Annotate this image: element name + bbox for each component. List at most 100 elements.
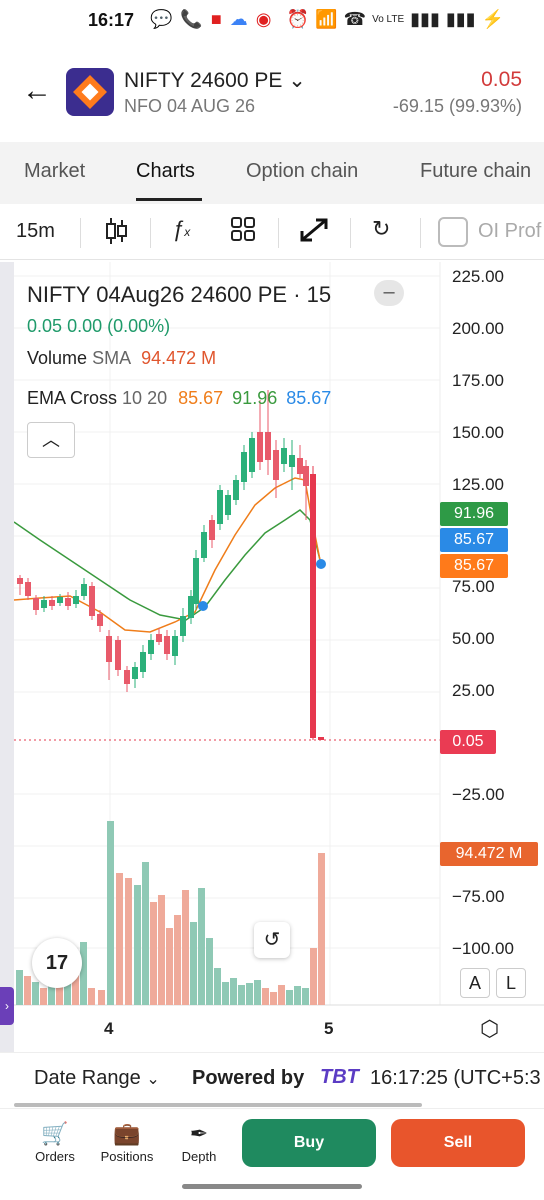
chart-clock[interactable]: 16:17:25 (UTC+5:3 [370,1067,541,1090]
candlestick-icon[interactable] [104,216,128,252]
svg-text:5: 5 [324,1019,333,1038]
briefcase-icon: 💼 [113,1121,141,1146]
volume-ma-type: SMA [92,348,131,368]
instrument-header: ← NIFTY 24600 PE ⌄ NFO 04 AUG 26 0.05 -6… [0,48,544,142]
oi-profile-label[interactable]: OI Prof [478,220,541,243]
badge-last-price: 0.05 [440,730,496,754]
wifi-icon: 📶 [315,9,338,29]
svg-text:175.00: 175.00 [452,371,504,390]
tab-charts[interactable]: Charts [136,160,195,183]
powered-by-label: Powered by [192,1067,305,1089]
alarm-icon: ⏰ [286,9,310,29]
charging-icon: ⚡ [481,9,504,29]
badge-volume: 94.472 M [440,842,538,866]
signal-icon: ▮▮▮ [410,9,440,29]
buy-button[interactable]: Buy [242,1119,376,1167]
function-icon[interactable]: ƒx [172,216,190,242]
home-indicator[interactable] [182,1184,362,1189]
ema-label: EMA Cross [27,388,118,408]
auto-scale-button[interactable]: A [460,968,490,998]
tab-bar: Market Charts Option chain Future chain [0,142,544,204]
chart-footer: Date Range ⌄ Powered by TBT 16:17:25 (UT… [0,1052,544,1104]
horizontal-scrollbar[interactable] [14,1103,422,1107]
ema-value-1: 85.67 [178,388,224,408]
call-icon: ☎ [343,9,367,29]
tab-market[interactable]: Market [24,160,85,183]
chat-icon: 💬 [150,9,173,29]
tab-future-chain[interactable]: Future chain [420,160,531,183]
svg-text:−100.00: −100.00 [452,939,514,958]
badge-ema-cross: 85.67 [440,554,508,578]
log-scale-button[interactable]: L [496,968,526,998]
volte-icon: Vo LTE [372,14,405,25]
expand-icon[interactable] [298,216,330,250]
airtel-icon: ◉ [255,9,272,29]
badge-ema-20: 91.96 [440,502,508,526]
nav-depth[interactable]: ✒ Depth [164,1121,234,1164]
last-traded-price: 0.05 [481,68,522,91]
price-change: -69.15 (99.93%) [392,96,522,116]
ema-params: 10 20 [122,388,168,408]
instrument-symbol[interactable]: NIFTY 24600 PE ⌄ [124,68,306,93]
svg-text:−25.00: −25.00 [452,785,504,804]
nav-positions[interactable]: 💼 Positions [92,1121,162,1164]
nav-positions-label: Positions [100,1149,154,1164]
chart-settings-icon[interactable]: ⬡ [480,1016,499,1042]
checkbox-icon[interactable] [438,217,468,247]
ema-legend[interactable]: EMA Cross 10 20 85.67 91.96 85.67 [27,388,331,409]
chart-title: NIFTY 04Aug26 24600 PE · 15 [27,282,332,307]
tab-option-chain[interactable]: Option chain [246,160,358,183]
svg-text:−75.00: −75.00 [452,887,504,906]
back-arrow-icon[interactable]: ← [22,74,52,108]
collapse-indicators-button[interactable]: ︿ [27,422,75,458]
active-tab-indicator [136,198,202,201]
missed-call-icon: 📞 [180,9,203,29]
x-axis-labels: 4 5 [104,1019,333,1038]
sell-button[interactable]: Sell [391,1119,525,1167]
dropper-icon: ✒ [189,1121,209,1146]
svg-text:225.00: 225.00 [452,267,504,286]
left-drawer-strip [0,262,14,1052]
interval-selector[interactable]: 15m [16,220,55,243]
ema-value-3: 85.67 [286,388,332,408]
ohlc-change: 0.00 (0.00%) [67,316,171,336]
tradingview-logo-icon[interactable]: 17 [32,938,82,988]
bag-icon: ■ [210,9,222,29]
status-right-icons: ⏰ 📶 ☎ Vo LTE ▮▮▮ ▮▮▮ ⚡ [287,9,504,30]
status-left-icons: 💬 📞 ■ ☁ ◉ [150,9,271,30]
volume-label: Volume [27,348,88,368]
tbt-brand-logo: TBT [320,1066,359,1088]
nav-depth-label: Depth [181,1149,217,1164]
instrument-expiry: NFO 04 AUG 26 [124,96,256,116]
svg-text:75.00: 75.00 [452,577,495,596]
svg-text:4: 4 [104,1019,114,1038]
nav-orders[interactable]: 🛒 Orders [20,1121,90,1164]
collapse-legend-button[interactable]: – [374,280,404,306]
svg-text:25.00: 25.00 [452,681,495,700]
refresh-icon[interactable]: ↻ [372,216,390,242]
nav-orders-label: Orders [35,1149,75,1164]
ema-value-2: 91.96 [232,388,278,408]
svg-text:50.00: 50.00 [452,629,495,648]
ohlc-value: 0.05 [27,316,63,336]
chart-ohlc-line: 0.05 0.00 (0.00%) [27,316,170,337]
reset-chart-icon[interactable]: ↺ [254,922,290,958]
date-range-label: Date Range [34,1067,141,1089]
broker-logo [66,68,114,116]
status-bar: 16:17 💬 📞 ■ ☁ ◉ ⏰ 📶 ☎ Vo LTE ▮▮▮ ▮▮▮ ⚡ [0,0,544,40]
chart-toolbar: 15m ƒx ↻ OI Prof [0,204,544,260]
instrument-symbol-text: NIFTY 24600 PE [124,69,283,92]
badge-ema-10: 85.67 [440,528,508,552]
volume-value: 94.472 M [141,348,217,368]
date-range-dropdown[interactable]: Date Range ⌄ [34,1067,160,1090]
signal-icon: ▮▮▮ [445,9,476,29]
chevron-down-icon: ⌄ [146,1071,160,1088]
svg-text:125.00: 125.00 [452,475,504,494]
svg-text:150.00: 150.00 [452,423,504,442]
drawer-handle-icon[interactable]: › [0,987,14,1025]
weather-icon: ☁ [229,9,248,29]
layout-grid-icon[interactable] [230,216,256,248]
volume-legend[interactable]: Volume SMA 94.472 M [27,348,216,369]
status-time: 16:17 [88,10,135,30]
chevron-down-icon: ⌄ [288,69,306,92]
